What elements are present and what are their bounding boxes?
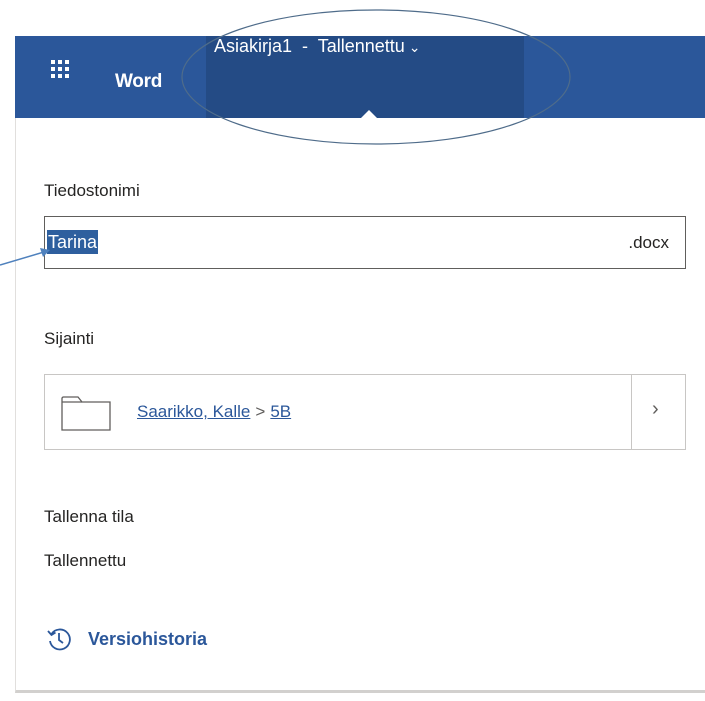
app-name[interactable]: Word — [115, 71, 162, 93]
location-label: Sijainti — [44, 329, 95, 348]
chevron-down-icon: ⌄ — [408, 39, 421, 55]
filename-label: Tiedostonimi — [44, 181, 140, 200]
breadcrumb-item-user[interactable]: Saarikko, Kalle — [137, 402, 250, 421]
save-state-value: Tallennettu — [44, 551, 127, 570]
location-picker[interactable]: Saarikko, Kalle >5B › — [44, 374, 686, 450]
folder-icon — [61, 396, 111, 431]
doc-title-text: Asiakirja1 - Tallennettu — [214, 36, 405, 56]
app-launcher-icon[interactable] — [51, 60, 69, 78]
breadcrumb-separator: > — [255, 402, 266, 421]
save-state-label: Tallenna tila — [44, 507, 134, 526]
version-history-link[interactable]: Versiohistoria — [46, 626, 207, 652]
breadcrumb: Saarikko, Kalle >5B — [137, 402, 291, 422]
filename-field[interactable]: Tarina .docx — [44, 216, 686, 269]
doc-title-button[interactable]: Asiakirja1 - Tallennettu ⌄ — [214, 36, 421, 57]
version-history-label: Versiohistoria — [88, 628, 208, 649]
filename-input-value[interactable]: Tarina — [47, 230, 99, 254]
breadcrumb-item-folder[interactable]: 5B — [270, 402, 291, 421]
location-expand-button[interactable]: › — [631, 375, 685, 449]
chevron-right-icon: › — [652, 398, 659, 420]
file-extension: .docx — [628, 233, 669, 252]
history-icon — [47, 628, 71, 651]
